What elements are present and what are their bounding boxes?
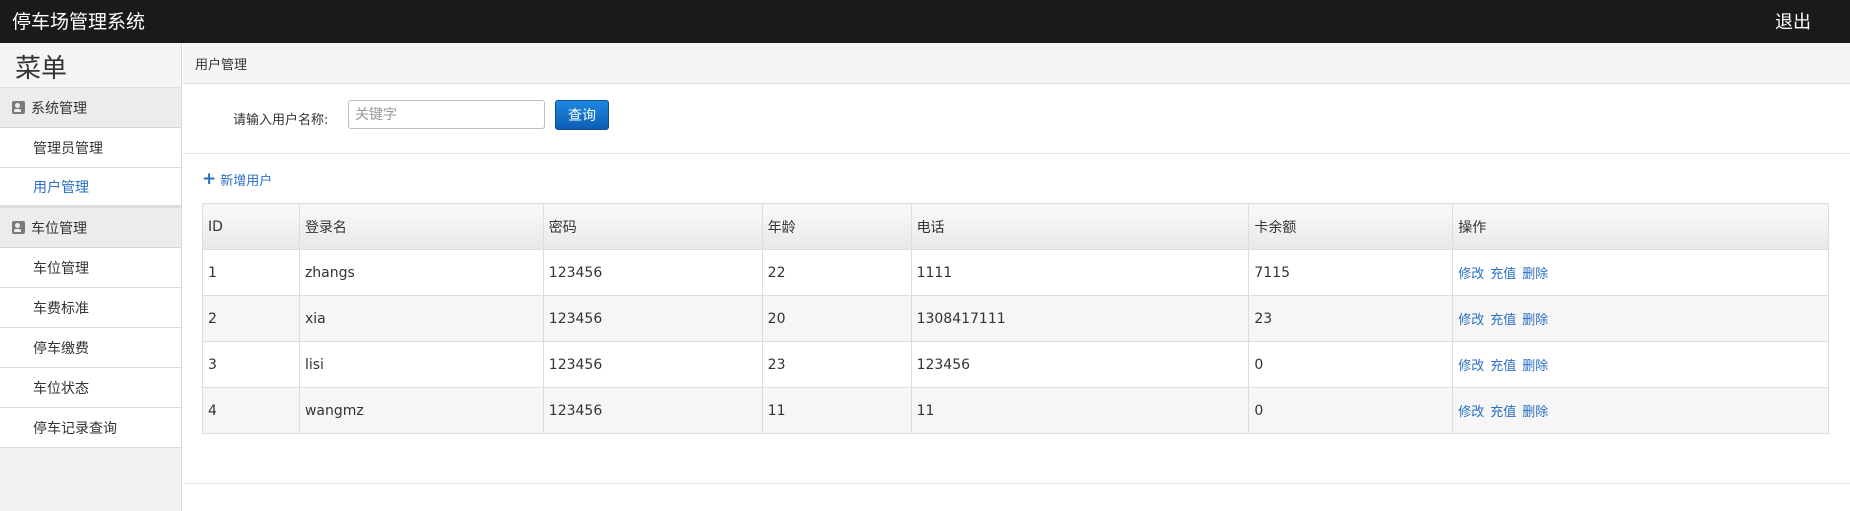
cell-age: 23	[761, 341, 912, 388]
table-row: 1 zhangs 123456 22 1111 7115 修改 充值 删除	[202, 249, 1829, 296]
cell-balance: 7115	[1248, 249, 1454, 296]
cell-password: 123456	[542, 249, 763, 296]
top-bar: 停车场管理系统 退出	[0, 0, 1850, 43]
cell-actions: 修改 充值 删除	[1452, 341, 1829, 388]
cell-id: 3	[202, 341, 300, 388]
cell-password: 123456	[542, 341, 763, 388]
delete-link[interactable]: 删除	[1522, 313, 1548, 328]
cell-login: zhangs	[298, 249, 544, 296]
cell-phone: 123456	[910, 341, 1250, 388]
column-header-age: 年龄	[761, 203, 912, 250]
sidebar-item-user-management[interactable]: 用户管理	[0, 168, 181, 208]
cell-actions: 修改 充值 删除	[1452, 387, 1829, 434]
cell-login: wangmz	[298, 387, 544, 434]
cell-id: 2	[202, 295, 300, 342]
edit-link[interactable]: 修改	[1458, 405, 1484, 420]
cell-balance: 23	[1248, 295, 1454, 342]
sidebar-item-parking-records[interactable]: 停车记录查询	[0, 408, 181, 448]
main-content: 用户管理 请输入用户名称: 查询 + 新增用户 ID 登录名 密码 年龄 电话 …	[183, 43, 1850, 511]
search-input[interactable]	[348, 100, 545, 129]
sidebar-group-label: 车位管理	[31, 220, 87, 237]
sidebar: 菜单 系统管理 管理员管理 用户管理 车位管理 车位管理 车费标准 停车缴费 车…	[0, 43, 182, 511]
column-header-id: ID	[202, 203, 300, 250]
menu-title: 菜单	[0, 43, 181, 88]
sidebar-item-space-status[interactable]: 车位状态	[0, 368, 181, 408]
column-header-password: 密码	[542, 203, 763, 250]
cell-login: lisi	[298, 341, 544, 388]
query-button[interactable]: 查询	[555, 100, 609, 130]
sidebar-item-admin-management[interactable]: 管理员管理	[0, 128, 181, 168]
cell-balance: 0	[1248, 387, 1454, 434]
sidebar-item-parking-payment[interactable]: 停车缴费	[0, 328, 181, 368]
breadcrumb: 用户管理	[183, 43, 1850, 84]
cell-password: 123456	[542, 387, 763, 434]
table-row: 4 wangmz 123456 11 11 0 修改 充值 删除	[202, 387, 1829, 434]
sidebar-item-parking-space-management[interactable]: 车位管理	[0, 248, 181, 288]
cell-phone: 1111	[910, 249, 1250, 296]
contact-card-icon	[12, 101, 25, 114]
sidebar-group-parking[interactable]: 车位管理	[0, 208, 181, 248]
edit-link[interactable]: 修改	[1458, 359, 1484, 374]
column-header-phone: 电话	[910, 203, 1250, 250]
delete-link[interactable]: 删除	[1522, 359, 1548, 374]
cell-login: xia	[298, 295, 544, 342]
recharge-link[interactable]: 充值	[1490, 405, 1516, 420]
search-label: 请输入用户名称:	[233, 113, 329, 128]
logout-button[interactable]: 退出	[1775, 8, 1811, 34]
column-header-actions: 操作	[1452, 203, 1829, 250]
search-bar: 请输入用户名称: 查询	[183, 84, 1850, 154]
column-header-balance: 卡余额	[1248, 203, 1454, 250]
cell-id: 1	[202, 249, 300, 296]
table-row: 2 xia 123456 20 1308417111 23 修改 充值 删除	[202, 295, 1829, 342]
cell-phone: 11	[910, 387, 1250, 434]
delete-link[interactable]: 删除	[1522, 267, 1548, 282]
cell-age: 22	[761, 249, 912, 296]
recharge-link[interactable]: 充值	[1490, 313, 1516, 328]
cell-password: 123456	[542, 295, 763, 342]
cell-phone: 1308417111	[910, 295, 1250, 342]
user-table: ID 登录名 密码 年龄 电话 卡余额 操作 1 zhangs 123456 2…	[202, 203, 1829, 434]
recharge-link[interactable]: 充值	[1490, 359, 1516, 374]
add-user-button[interactable]: + 新增用户	[202, 169, 273, 190]
table-row: 3 lisi 123456 23 123456 0 修改 充值 删除	[202, 341, 1829, 388]
cell-age: 11	[761, 387, 912, 434]
cell-balance: 0	[1248, 341, 1454, 388]
cell-actions: 修改 充值 删除	[1452, 295, 1829, 342]
cell-id: 4	[202, 387, 300, 434]
table-header-row: ID 登录名 密码 年龄 电话 卡余额 操作	[202, 203, 1829, 250]
contact-card-icon	[12, 221, 25, 234]
delete-link[interactable]: 删除	[1522, 405, 1548, 420]
sidebar-item-fee-standard[interactable]: 车费标准	[0, 288, 181, 328]
app-title: 停车场管理系统	[12, 11, 146, 33]
edit-link[interactable]: 修改	[1458, 313, 1484, 328]
sidebar-group-label: 系统管理	[31, 100, 87, 117]
plus-icon: +	[202, 169, 217, 189]
cell-actions: 修改 充值 删除	[1452, 249, 1829, 296]
content-divider	[183, 483, 1850, 484]
sidebar-group-system[interactable]: 系统管理	[0, 88, 181, 128]
edit-link[interactable]: 修改	[1458, 267, 1484, 282]
column-header-login: 登录名	[298, 203, 544, 250]
add-user-label: 新增用户	[220, 174, 273, 189]
recharge-link[interactable]: 充值	[1490, 267, 1516, 282]
cell-age: 20	[761, 295, 912, 342]
